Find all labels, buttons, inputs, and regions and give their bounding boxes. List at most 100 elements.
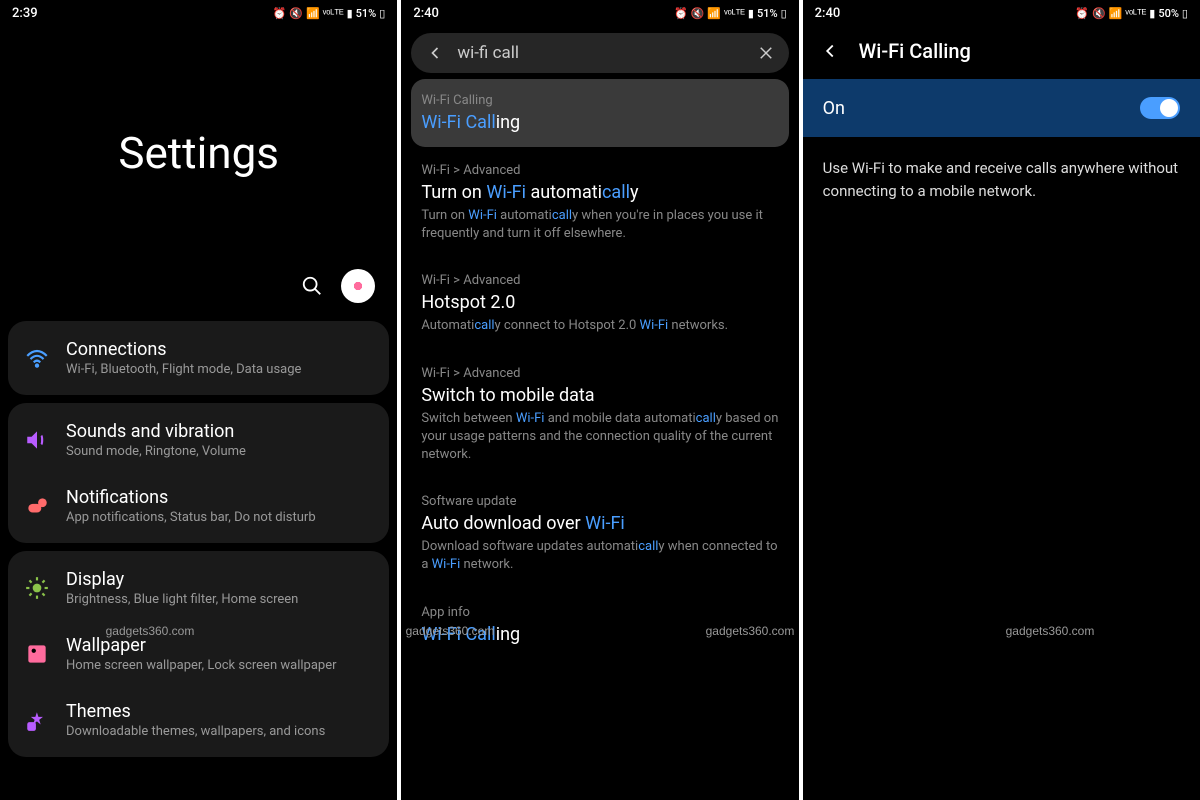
- toggle-switch[interactable]: [1140, 97, 1180, 119]
- toggle-row[interactable]: On: [803, 79, 1200, 137]
- volte-icon: ᵛᵒᴸᵀᴱ: [1125, 7, 1146, 20]
- search-bar: wi-fi call: [411, 33, 788, 73]
- wifi-icon: [24, 345, 50, 371]
- settings-item-text: Wallpaper Home screen wallpaper, Lock sc…: [66, 635, 373, 673]
- back-icon[interactable]: [819, 40, 841, 62]
- settings-actions: [0, 269, 397, 303]
- battery-percent: 51%: [356, 7, 377, 20]
- result-breadcrumb: App info: [421, 605, 778, 620]
- settings-group: Connections Wi-Fi, Bluetooth, Flight mod…: [8, 321, 389, 395]
- display-icon: [24, 575, 50, 601]
- settings-item-title: Display: [66, 569, 373, 590]
- status-bar: 2:39 ⏰🔇📶ᵛᵒᴸᵀᴱ▮ 51% ▯: [0, 0, 397, 27]
- settings-item-sub: Wi-Fi, Bluetooth, Flight mode, Data usag…: [66, 362, 373, 377]
- themes-icon: [24, 707, 50, 733]
- signal-icon: ▮: [748, 7, 754, 20]
- alarm-icon: ⏰: [1075, 7, 1089, 20]
- settings-item-text: Connections Wi-Fi, Bluetooth, Flight mod…: [66, 339, 373, 377]
- settings-item-sub: Downloadable themes, wallpapers, and ico…: [66, 724, 373, 739]
- alarm-icon: ⏰: [674, 7, 688, 20]
- wifi-icon: 📶: [1109, 7, 1123, 20]
- search-screen: 2:40 ⏰🔇📶ᵛᵒᴸᵀᴱ▮ 51% ▯ wi-fi call Wi-Fi Ca…: [401, 0, 798, 800]
- mute-icon: 🔇: [1092, 7, 1106, 20]
- result-breadcrumb: Wi-Fi > Advanced: [421, 273, 778, 288]
- clear-icon[interactable]: [757, 44, 775, 62]
- mute-icon: 🔇: [289, 7, 303, 20]
- status-time: 2:40: [413, 6, 439, 21]
- settings-item-title: Sounds and vibration: [66, 421, 373, 442]
- settings-item-text: Display Brightness, Blue light filter, H…: [66, 569, 373, 607]
- settings-item-text: Themes Downloadable themes, wallpapers, …: [66, 701, 373, 739]
- battery-icon: ▯: [781, 7, 787, 20]
- settings-item-sub: Home screen wallpaper, Lock screen wallp…: [66, 658, 373, 673]
- avatar[interactable]: [341, 269, 375, 303]
- settings-item-title: Notifications: [66, 487, 373, 508]
- description-text: Use Wi-Fi to make and receive calls anyw…: [803, 137, 1200, 222]
- status-icons: ⏰🔇📶ᵛᵒᴸᵀᴱ▮ 51% ▯: [273, 7, 386, 20]
- status-time: 2:40: [815, 6, 841, 21]
- settings-item-sub: Brightness, Blue light filter, Home scre…: [66, 592, 373, 607]
- status-time: 2:39: [12, 6, 38, 21]
- settings-item-sub: Sound mode, Ringtone, Volume: [66, 444, 373, 459]
- header-bar: Wi-Fi Calling: [803, 27, 1200, 75]
- search-input[interactable]: wi-fi call: [457, 43, 744, 63]
- back-icon[interactable]: [425, 43, 445, 63]
- wallpaper-icon: [24, 641, 50, 667]
- signal-icon: ▮: [1149, 7, 1155, 20]
- notif-icon: [24, 493, 50, 519]
- settings-item-sounds-and-vibration[interactable]: Sounds and vibration Sound mode, Rington…: [8, 407, 389, 473]
- result-breadcrumb: Wi-Fi Calling: [421, 93, 778, 108]
- wifi-calling-screen: 2:40 ⏰🔇📶ᵛᵒᴸᵀᴱ▮ 50% ▯ Wi-Fi Calling On Us…: [803, 0, 1200, 800]
- result-title: Auto download over Wi-Fi: [421, 513, 778, 534]
- volte-icon: ᵛᵒᴸᵀᴱ: [323, 7, 344, 20]
- result-title: Hotspot 2.0: [421, 292, 778, 313]
- search-result[interactable]: App info Wi-Fi Calling: [411, 591, 788, 659]
- page-title: Settings: [0, 127, 397, 179]
- settings-item-connections[interactable]: Connections Wi-Fi, Bluetooth, Flight mod…: [8, 325, 389, 391]
- result-title: Wi-Fi Calling: [421, 624, 778, 645]
- signal-icon: ▮: [347, 7, 353, 20]
- status-icons: ⏰🔇📶ᵛᵒᴸᵀᴱ▮ 51% ▯: [674, 7, 787, 20]
- result-title: Turn on Wi-Fi automatically: [421, 182, 778, 203]
- settings-item-themes[interactable]: Themes Downloadable themes, wallpapers, …: [8, 687, 389, 753]
- settings-screen: 2:39 ⏰🔇📶ᵛᵒᴸᵀᴱ▮ 51% ▯ Settings Connection…: [0, 0, 397, 800]
- settings-item-text: Sounds and vibration Sound mode, Rington…: [66, 421, 373, 459]
- settings-item-title: Themes: [66, 701, 373, 722]
- result-breadcrumb: Wi-Fi > Advanced: [421, 163, 778, 178]
- result-desc: Automatically connect to Hotspot 2.0 Wi-…: [421, 317, 778, 335]
- volte-icon: ᵛᵒᴸᵀᴱ: [724, 7, 745, 20]
- settings-item-display[interactable]: Display Brightness, Blue light filter, H…: [8, 555, 389, 621]
- result-title: Switch to mobile data: [421, 385, 778, 406]
- search-icon[interactable]: [301, 275, 323, 297]
- battery-percent: 51%: [757, 7, 778, 20]
- wifi-icon: 📶: [707, 7, 721, 20]
- settings-item-sub: App notifications, Status bar, Do not di…: [66, 510, 373, 525]
- settings-item-title: Connections: [66, 339, 373, 360]
- toggle-label: On: [823, 98, 845, 119]
- search-result[interactable]: Software update Auto download over Wi-Fi…: [411, 480, 788, 588]
- result-desc: Turn on Wi-Fi automatically when you're …: [421, 207, 778, 243]
- result-desc: Download software updates automatically …: [421, 538, 778, 574]
- search-result[interactable]: Wi-Fi > Advanced Turn on Wi-Fi automatic…: [411, 149, 788, 257]
- status-icons: ⏰🔇📶ᵛᵒᴸᵀᴱ▮ 50% ▯: [1075, 7, 1188, 20]
- status-bar: 2:40 ⏰🔇📶ᵛᵒᴸᵀᴱ▮ 50% ▯: [803, 0, 1200, 27]
- result-title: Wi-Fi Calling: [421, 112, 778, 133]
- search-result[interactable]: Wi-Fi > Advanced Hotspot 2.0 Automatical…: [411, 259, 788, 349]
- settings-group: Sounds and vibration Sound mode, Rington…: [8, 403, 389, 543]
- search-result[interactable]: Wi-Fi Calling Wi-Fi Calling: [411, 79, 788, 147]
- settings-item-text: Notifications App notifications, Status …: [66, 487, 373, 525]
- mute-icon: 🔇: [691, 7, 705, 20]
- result-breadcrumb: Software update: [421, 494, 778, 509]
- header-title: Wi-Fi Calling: [859, 39, 971, 63]
- battery-percent: 50%: [1158, 7, 1179, 20]
- settings-list: Connections Wi-Fi, Bluetooth, Flight mod…: [0, 321, 397, 757]
- battery-icon: ▯: [1182, 7, 1188, 20]
- settings-item-notifications[interactable]: Notifications App notifications, Status …: [8, 473, 389, 539]
- alarm-icon: ⏰: [273, 7, 287, 20]
- settings-item-wallpaper[interactable]: Wallpaper Home screen wallpaper, Lock sc…: [8, 621, 389, 687]
- status-bar: 2:40 ⏰🔇📶ᵛᵒᴸᵀᴱ▮ 51% ▯: [401, 0, 798, 27]
- search-result[interactable]: Wi-Fi > Advanced Switch to mobile data S…: [411, 352, 788, 479]
- result-desc: Switch between Wi-Fi and mobile data aut…: [421, 410, 778, 465]
- result-breadcrumb: Wi-Fi > Advanced: [421, 366, 778, 381]
- settings-item-title: Wallpaper: [66, 635, 373, 656]
